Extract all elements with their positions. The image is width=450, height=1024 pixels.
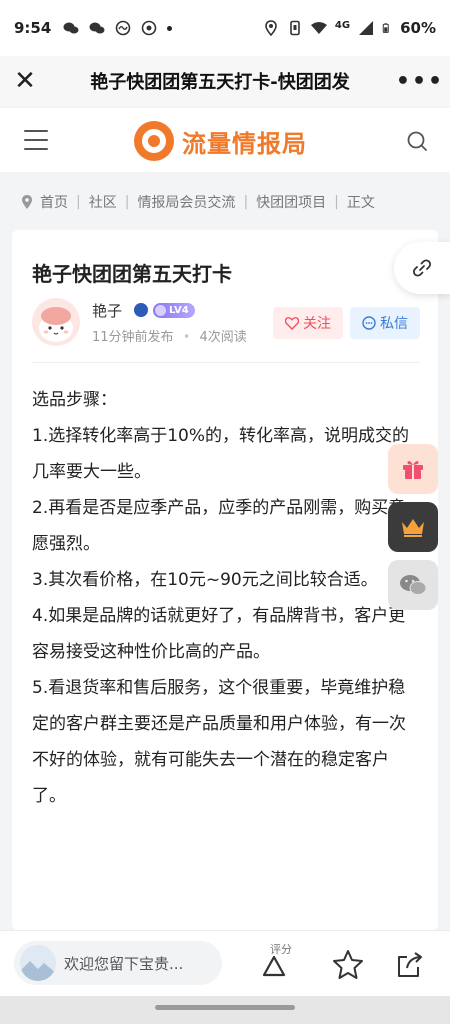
view-count: 4次阅读: [199, 330, 247, 345]
site-logo[interactable]: 流量情报局: [134, 121, 307, 161]
copy-link-button[interactable]: [394, 242, 450, 294]
gift-icon: [403, 461, 423, 479]
post-meta: 11分钟前发布 • 4次阅读: [92, 326, 247, 345]
body-paragraph: 3.其次看价格，在10元~90元之间比较合适。: [32, 570, 378, 590]
vibrate-icon: [290, 20, 300, 36]
breadcrumb-current: 正文: [346, 195, 375, 211]
target-notification-icon: [142, 20, 157, 36]
heart-icon: [285, 316, 299, 330]
logo-mark-icon: [134, 121, 174, 161]
wechat-icon: [400, 575, 427, 595]
post-body: 选品步骤： 1.选择转化率高于10%的，转化率高，说明成交的几率要大一些。 2.…: [32, 382, 420, 814]
status-time: 9:54: [14, 19, 52, 37]
divider: [32, 362, 420, 363]
page-title: 艳子快团团第五天打卡-快团团发: [90, 72, 350, 93]
breadcrumb-member-exchange[interactable]: 情报局会员交流: [137, 192, 235, 212]
more-notifications-dot: [167, 25, 173, 31]
share-icon[interactable]: [394, 949, 426, 981]
avatar-landscape-icon: [20, 945, 56, 981]
system-icons: 4G 60%: [263, 19, 436, 37]
body-paragraph: 1.选择转化率高于10%的，转化率高，说明成交的几率要大一些。: [32, 426, 410, 482]
battery-icon: [382, 23, 389, 33]
post-title: 艳子快团团第五天打卡: [32, 262, 232, 286]
message-button[interactable]: 私信: [350, 307, 420, 339]
notification-icons: [63, 20, 173, 36]
body-paragraph: 4.如果是品牌的话就更好了，有品牌背书，客户更容易接受这种性价比高的产品。: [32, 606, 406, 662]
meta-dot: •: [182, 330, 191, 345]
breadcrumb-project[interactable]: 快团团项目: [256, 192, 326, 212]
breadcrumb-separator: |: [243, 194, 249, 210]
article-card: 艳子快团团第五天打卡 艳子 LV4 11分钟前发布 • 4次阅读 关注 私信 选…: [12, 230, 438, 930]
location-icon: [265, 20, 277, 36]
post-time: 11分钟前发布: [92, 330, 174, 345]
more-options-button[interactable]: •••: [390, 69, 450, 94]
message-label: 私信: [380, 316, 408, 332]
location-pin-icon: [22, 195, 32, 209]
star-icon[interactable]: [330, 947, 366, 983]
follow-button[interactable]: 关注: [273, 307, 343, 339]
menu-icon[interactable]: [24, 130, 48, 150]
user-avatar: [20, 945, 56, 981]
gift-button[interactable]: [388, 444, 438, 494]
crown-icon: [402, 519, 424, 537]
vip-button[interactable]: [388, 502, 438, 552]
body-paragraph: 5.看退货率和售后服务，这个很重要，毕竟维护稳定的客户群主要还是产品质量和用户体…: [32, 678, 406, 806]
signal-icon: [359, 21, 374, 35]
network-type: 4G: [334, 19, 351, 31]
level-badge: LV4: [153, 303, 195, 318]
wechat-notification-icon: [63, 22, 79, 34]
comment-placeholder: 欢迎您留下宝贵...: [64, 954, 184, 973]
chat-bubble-icon: [362, 316, 376, 330]
breadcrumb-separator: |: [76, 194, 81, 210]
link-icon: [412, 259, 432, 277]
battery-level: 60%: [400, 19, 436, 37]
body-paragraph: 选品步骤：: [32, 390, 117, 410]
body-paragraph: 2.再看是否是应季产品，应季的产品刚需，购买意愿强烈。: [32, 498, 406, 554]
follow-label: 关注: [303, 316, 331, 332]
browser-title-bar: ✕ 艳子快团团第五天打卡-快团团发 •••: [0, 56, 450, 106]
app-notification-icon: [116, 20, 131, 36]
wifi-icon: [310, 22, 327, 34]
close-icon[interactable]: ✕: [0, 66, 50, 96]
breadcrumb-separator: |: [334, 194, 339, 210]
status-bar: 9:54 4G 60%: [0, 0, 450, 56]
breadcrumb-home[interactable]: 首页: [40, 192, 68, 212]
rating-label: 评分: [270, 943, 292, 956]
avatar[interactable]: [32, 298, 80, 346]
verified-icon: [134, 303, 148, 317]
system-nav-bar: [0, 996, 450, 1024]
home-gesture-handle[interactable]: [155, 1005, 295, 1010]
avatar-illustration: [39, 307, 73, 342]
wechat-share-button[interactable]: [388, 560, 438, 610]
breadcrumb: 首页 | 社区 | 情报局会员交流 | 快团团项目 | 正文: [22, 192, 375, 212]
bottom-action-bar: 欢迎您留下宝贵... 评分: [0, 930, 450, 996]
breadcrumb-community[interactable]: 社区: [89, 192, 117, 212]
logo-text: 流量情报局: [182, 129, 307, 158]
site-header: 流量情报局: [0, 108, 450, 172]
search-icon[interactable]: [406, 130, 428, 152]
comment-input[interactable]: 欢迎您留下宝贵...: [14, 941, 222, 985]
author-name[interactable]: 艳子: [92, 300, 122, 321]
wechat-notification-icon-2: [89, 22, 105, 34]
breadcrumb-separator: |: [124, 194, 130, 210]
